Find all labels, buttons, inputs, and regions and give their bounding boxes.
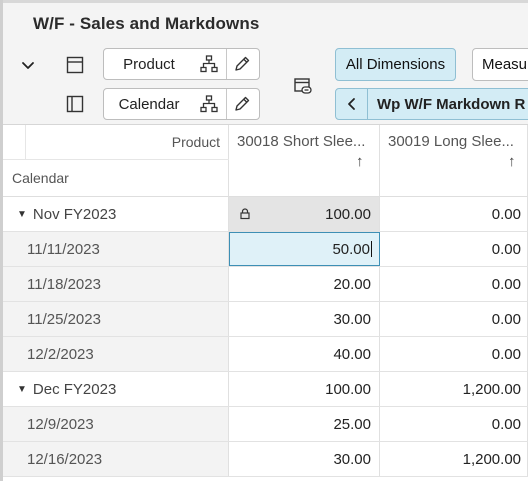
panel-left-icon[interactable] [64, 93, 86, 115]
text-caret [371, 241, 372, 257]
grid-cell[interactable]: 30.00 [229, 302, 380, 336]
corner-divider [3, 159, 229, 160]
grid-cell[interactable]: 40.00 [229, 337, 380, 371]
grid-cell[interactable]: 100.00 [229, 197, 380, 231]
grid-cell[interactable]: 0.00 [380, 197, 528, 231]
grid-cell[interactable]: 25.00 [229, 407, 380, 441]
grid-cell[interactable]: 0.00 [380, 267, 528, 301]
hierarchy-icon[interactable] [198, 54, 220, 74]
table-row: 11/25/2023 30.00 0.00 [3, 302, 528, 337]
table-row: 12/9/2023 25.00 0.00 [3, 407, 528, 442]
grid-cell[interactable]: 0.00 [380, 302, 528, 336]
cell-value: 1,200.00 [462, 380, 521, 398]
column-axis-label: Calendar [12, 170, 69, 186]
cell-value: 20.00 [333, 275, 371, 293]
grid-cell[interactable]: 100.00 [229, 372, 380, 406]
chevron-down-icon[interactable] [17, 54, 39, 76]
column-header[interactable]: 30018 Short Slee... ↑ [229, 125, 380, 197]
cell-value: 0.00 [491, 310, 521, 328]
measures-button[interactable]: Measu [472, 48, 528, 81]
data-grid: Product Calendar 30018 Short Slee... ↑ 3… [3, 124, 528, 481]
cell-value: 0.00 [491, 240, 521, 258]
row-header[interactable]: 11/18/2023 [3, 267, 229, 301]
table-row: 12/16/2023 30.00 1,200.00 [3, 442, 528, 477]
panel-top-icon[interactable] [64, 54, 86, 76]
cell-value: 0.00 [491, 345, 521, 363]
sort-arrow-icon[interactable]: ↑ [356, 153, 364, 170]
top-border [0, 0, 528, 3]
row-header[interactable]: 11/25/2023 [3, 302, 229, 336]
table-row: 12/2/2023 40.00 0.00 [3, 337, 528, 372]
table-row: 11/11/2023 50.00 0.00 [3, 232, 528, 267]
expand-triangle-icon[interactable]: ▼ [17, 209, 27, 220]
pill-divider [226, 89, 227, 119]
calendar-dimension-label: Calendar [118, 95, 180, 113]
grid-cell[interactable]: 30.00 [229, 442, 380, 476]
grid-cell[interactable]: 0.00 [380, 337, 528, 371]
grid-cell[interactable]: 0.00 [380, 407, 528, 441]
pencil-icon[interactable] [231, 54, 253, 74]
row-header[interactable]: 12/2/2023 [3, 337, 229, 371]
view-title: W/F - Sales and Markdowns [33, 14, 260, 33]
cell-value: 30.00 [333, 310, 371, 328]
row-header[interactable]: ▼ Nov FY2023 [3, 197, 229, 231]
grid-cell[interactable]: 20.00 [229, 267, 380, 301]
hierarchy-icon[interactable] [198, 94, 220, 114]
sort-arrow-icon[interactable]: ↑ [508, 153, 516, 170]
cell-value: 100.00 [325, 380, 371, 398]
row-header[interactable]: 12/16/2023 [3, 442, 229, 476]
grid-cell[interactable]: 0.00 [380, 232, 528, 266]
cell-value: 0.00 [491, 415, 521, 433]
pill-divider [226, 49, 227, 79]
calendar-dimension-pill[interactable]: Calendar [103, 88, 260, 120]
row-axis-label: Product [171, 134, 220, 150]
lock-icon [239, 207, 251, 224]
pencil-icon[interactable] [231, 94, 253, 114]
all-dimensions-button[interactable]: All Dimensions [335, 48, 456, 81]
table-row: ▼ Nov FY2023 100.00 0.00 [3, 197, 528, 232]
grid-cell[interactable]: 1,200.00 [380, 372, 528, 406]
grid-corner-header: Product Calendar [3, 125, 229, 197]
expand-triangle-icon[interactable]: ▼ [17, 384, 27, 395]
column-header-label: 30019 Long Slee... [388, 133, 514, 150]
row-header[interactable]: 11/11/2023 [3, 232, 229, 266]
row-header[interactable]: 12/9/2023 [3, 407, 229, 441]
product-dimension-pill[interactable]: Product [103, 48, 260, 80]
corner-divider [25, 125, 26, 159]
table-row: ▼ Dec FY2023 100.00 1,200.00 [3, 372, 528, 407]
cell-value: 25.00 [333, 415, 371, 433]
table-row: 11/18/2023 20.00 0.00 [3, 267, 528, 302]
cell-value: 0.00 [491, 205, 521, 223]
grid-cell[interactable]: 1,200.00 [380, 442, 528, 476]
worksheet-nav[interactable]: Wp W/F Markdown R [335, 88, 528, 120]
cell-value: 1,200.00 [462, 450, 521, 468]
product-dimension-label: Product [123, 55, 175, 73]
workspace-frame: W/F - Sales and Markdowns Product Calend… [0, 0, 528, 481]
row-label: Dec FY2023 [32, 380, 117, 398]
cell-value: 40.00 [333, 345, 371, 363]
linked-view-icon[interactable] [291, 74, 315, 98]
chevron-left-icon[interactable] [336, 89, 368, 119]
cell-value: 0.00 [491, 275, 521, 293]
column-header[interactable]: 30019 Long Slee... ↑ [380, 125, 528, 197]
grid-cell-editing[interactable]: 50.00 [229, 232, 380, 266]
cell-value: 30.00 [333, 450, 371, 468]
cell-value: 100.00 [325, 205, 371, 223]
column-header-label: 30018 Short Slee... [237, 133, 366, 150]
worksheet-label: Wp W/F Markdown R [377, 95, 526, 113]
cell-value: 50.00 [332, 240, 370, 258]
row-header[interactable]: ▼ Dec FY2023 [3, 372, 229, 406]
row-label: Nov FY2023 [32, 205, 117, 223]
